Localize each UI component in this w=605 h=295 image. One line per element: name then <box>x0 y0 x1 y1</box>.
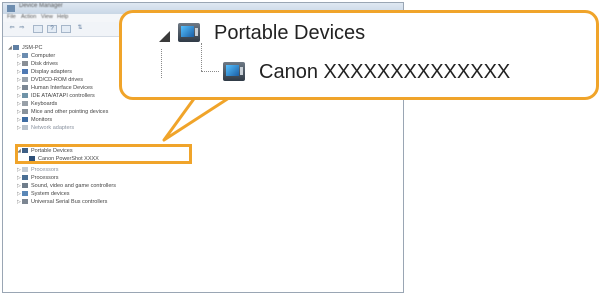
callout-child-label: Canon XXXXXXXXXXXXXX <box>259 60 511 83</box>
callout-parent-label: Portable Devices <box>214 21 366 44</box>
expanded-arrow-icon <box>159 30 170 42</box>
portable-device-icon <box>176 22 202 44</box>
callout-portable-devices-row: Portable Devices <box>159 19 365 47</box>
camera-device-icon <box>221 61 247 83</box>
tree-guide-line <box>201 71 219 72</box>
tree-guide-line <box>201 43 202 71</box>
callout-canon-device-row: Canon XXXXXXXXXXXXXX <box>221 58 510 86</box>
tree-guide-line <box>161 49 162 78</box>
